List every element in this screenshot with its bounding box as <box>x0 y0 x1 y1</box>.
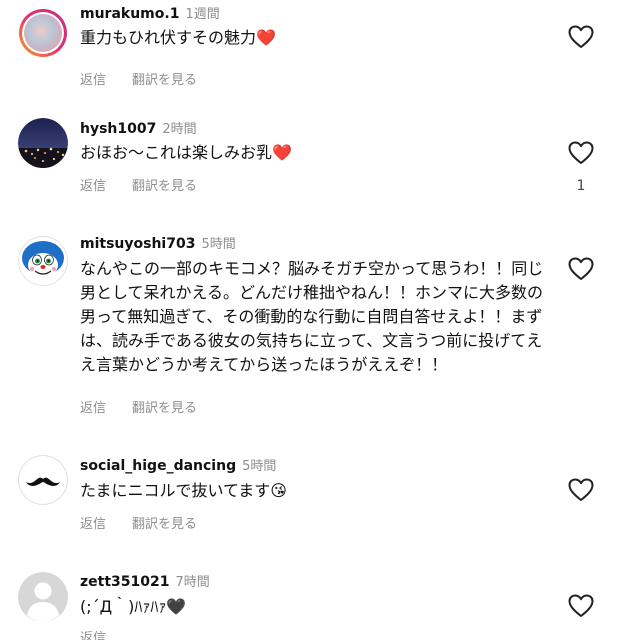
reply-button[interactable]: 返信 <box>80 69 106 88</box>
username[interactable]: mitsuyoshi703 <box>80 236 195 252</box>
translate-button[interactable]: 翻訳を見る <box>132 69 197 88</box>
translate-button[interactable]: 翻訳を見る <box>132 175 197 194</box>
timestamp: 2時間 <box>162 122 197 137</box>
timestamp: 1週間 <box>185 7 220 22</box>
avatar[interactable] <box>18 455 68 505</box>
reply-button[interactable]: 返信 <box>80 397 106 416</box>
translate-button[interactable]: 翻訳を見る <box>132 397 197 416</box>
comment-text: おほお〜これは楽しみお乳❤️ <box>80 143 292 162</box>
like-count: 1 <box>576 178 586 194</box>
avatar[interactable] <box>18 236 68 286</box>
avatar[interactable] <box>18 8 68 58</box>
comment-text: 重力もひれ伏すその魅力❤️ <box>80 28 276 47</box>
username[interactable]: social_hige_dancing <box>80 458 236 474</box>
heart-outline-icon[interactable] <box>568 478 594 502</box>
username[interactable]: zett351021 <box>80 574 169 590</box>
heart-outline-icon[interactable] <box>568 257 594 281</box>
avatar[interactable] <box>18 118 68 168</box>
timestamp: 5時間 <box>201 237 236 252</box>
username[interactable]: hysh1007 <box>80 121 156 137</box>
heart-outline-icon[interactable] <box>568 25 594 49</box>
comment-text: たまにニコルで抜いてます😘 <box>80 481 287 500</box>
username[interactable]: murakumo.1 <box>80 6 179 22</box>
translate-button[interactable]: 翻訳を見る <box>132 513 197 532</box>
reply-button[interactable]: 返信 <box>80 513 106 532</box>
heart-outline-icon[interactable] <box>568 141 594 165</box>
comment-text: なんやこの一部のキモコメ？脳みそガチ空かって思うわ！！同じ男として呆れかえる。ど… <box>80 259 544 374</box>
timestamp: 5時間 <box>242 459 277 474</box>
comment-text: (;´Д｀)ﾊｧﾊｧ🖤 <box>80 597 187 616</box>
heart-outline-icon[interactable] <box>568 594 594 618</box>
avatar[interactable] <box>18 572 68 622</box>
reply-button[interactable]: 返信 <box>80 175 106 194</box>
reply-button[interactable]: 返信 <box>80 627 106 640</box>
timestamp: 7時間 <box>175 575 210 590</box>
